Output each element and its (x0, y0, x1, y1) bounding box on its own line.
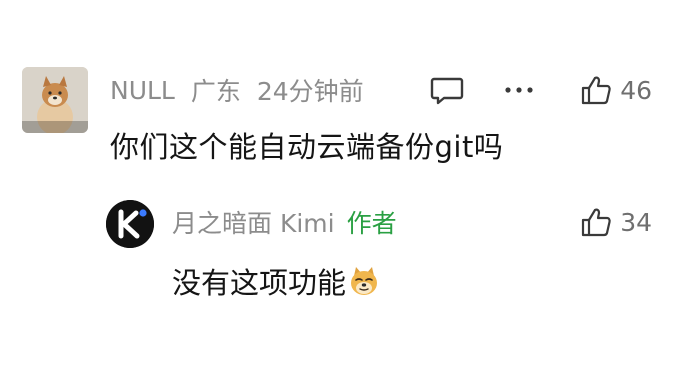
comment-location: 广东 (190, 77, 241, 106)
thumbs-up-icon (582, 76, 611, 105)
doge-emoji-icon (351, 267, 378, 295)
comment-meta: NULL 广东 24分钟前 (110, 72, 364, 108)
author-badge: 作者 (346, 209, 397, 238)
reply-meta: 月之暗面 Kimi 作者 (172, 204, 397, 240)
comment-body: 你们这个能自动云端备份git吗 (110, 130, 504, 164)
more-dots-icon (505, 87, 533, 93)
reply-button[interactable] (430, 76, 464, 106)
reply-avatar[interactable] (106, 200, 154, 248)
comment-username[interactable]: NULL (110, 76, 175, 105)
comment-like-button[interactable]: 46 (580, 72, 652, 108)
reply-body: 没有这项功能 (172, 262, 380, 300)
comment-bubble-icon (430, 77, 464, 105)
reply-like-button[interactable]: 34 (580, 204, 652, 240)
thumbs-up-icon (582, 208, 611, 237)
more-button[interactable] (502, 80, 536, 100)
kimi-logo-icon (106, 200, 154, 248)
comment-like-count: 46 (620, 75, 652, 105)
reply-like-count: 34 (620, 207, 652, 237)
reply-text: 没有这项功能 (172, 266, 347, 300)
shiba-avatar-image (22, 67, 88, 133)
comment-time: 24分钟前 (256, 77, 364, 106)
reply-username[interactable]: 月之暗面 Kimi (172, 204, 335, 240)
avatar[interactable] (22, 67, 88, 133)
